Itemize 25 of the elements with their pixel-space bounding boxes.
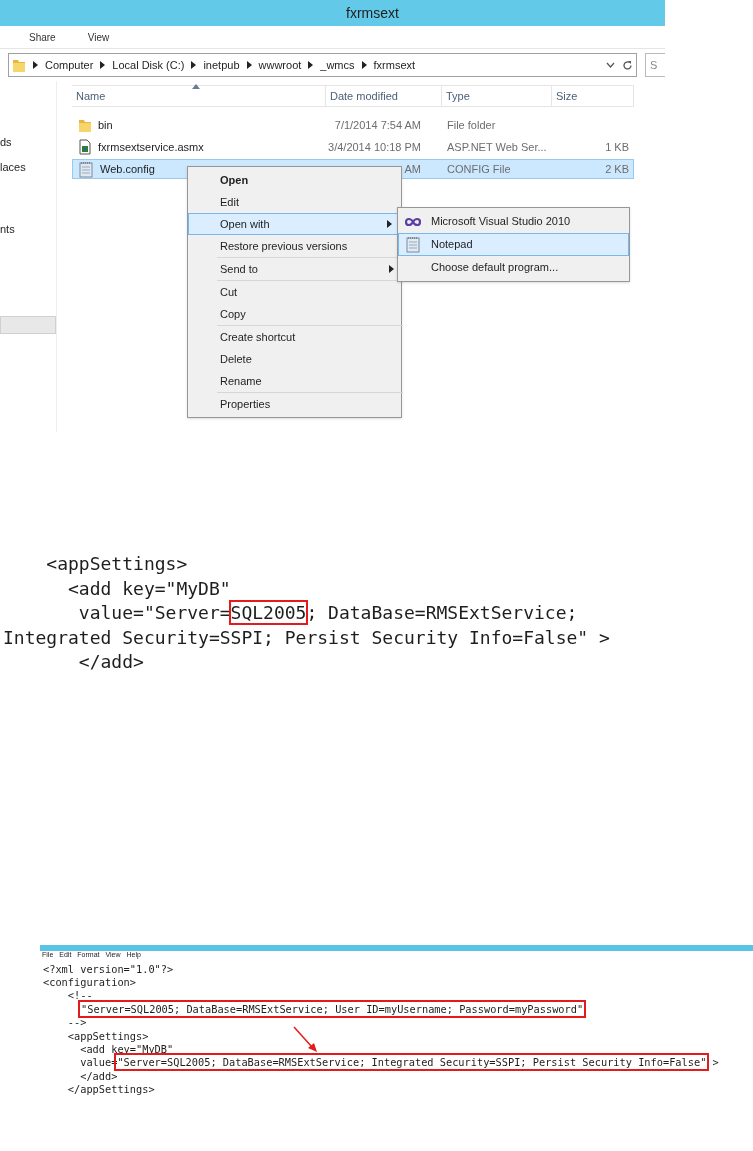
title-bar: fxrmsext xyxy=(0,0,665,26)
file-name: fxrmsextservice.asmx xyxy=(98,139,204,155)
code-line: <add key="MyDB" xyxy=(79,1042,175,1057)
date-cell-text: AM xyxy=(404,161,421,177)
file-name: bin xyxy=(98,117,113,133)
type-cell: ASP.NET Web Ser... xyxy=(447,140,547,153)
code-line: --> xyxy=(66,1016,88,1030)
size-cell-text: 1 KB xyxy=(605,139,629,155)
code-line: </appSettings> xyxy=(66,1083,156,1097)
code-line: <add key="MyDB" xyxy=(67,576,232,601)
code-line: "Server=SQL2005; DataBase=RMSExtService; User ID=myUsername; Password=myPassword" xyxy=(43,1002,753,1017)
code-line: <!-- xyxy=(66,989,94,1003)
size-cell-text: 2 KB xyxy=(605,161,629,177)
date-cell-text: 3/4/2014 10:18 PM xyxy=(328,139,421,155)
code-line: <appSettings> xyxy=(66,1029,150,1043)
code-line: <appSettings> xyxy=(45,552,189,576)
code-line: </add> xyxy=(79,1069,119,1084)
type-cell: CONFIG File xyxy=(447,162,511,175)
type-cell: File folder xyxy=(447,118,496,131)
code-line: Integrated Security=SSPI; Persist Security Info=False" > xyxy=(3,625,611,650)
code-line: <configuration> xyxy=(43,975,137,990)
date-cell-text: 7/1/2014 7:54 AM xyxy=(334,117,421,133)
file-name: Web.config xyxy=(100,161,155,177)
code-line: </add> xyxy=(77,650,145,674)
code-line: <?xml version="1.0"?> xyxy=(43,962,175,976)
